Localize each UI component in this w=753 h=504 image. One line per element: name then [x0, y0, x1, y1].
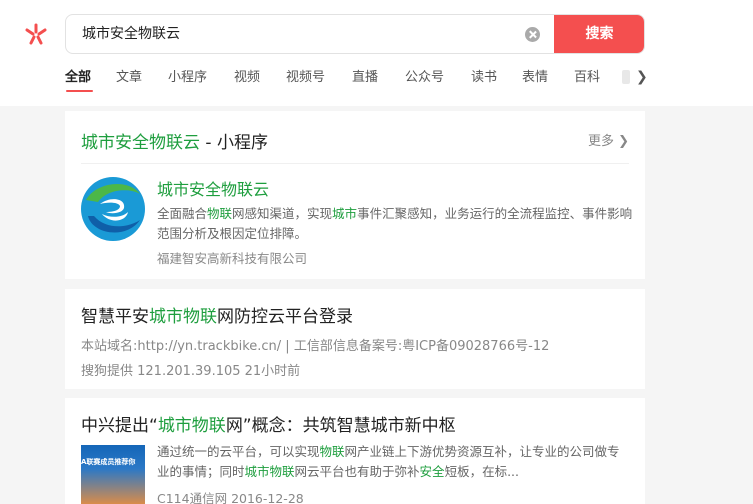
mini-program-name[interactable]: 城市安全物联云 — [157, 176, 269, 200]
tab-encyclopedia[interactable]: 百科 — [574, 66, 600, 85]
result-thumbnail[interactable]: A联赛成员推荐你 — [81, 445, 145, 504]
mini-program-card: 城市安全物联云 - 小程序 更多 ❯ 城市安全物联云 全面融合物联网感知渠道，实… — [65, 111, 645, 279]
top-bar: 城市安全物联云 搜索 全部 文章 小程序 视频 视频号 直播 公众号 读书 表情… — [0, 0, 753, 106]
tab-mini-programs[interactable]: 小程序 — [168, 66, 207, 85]
tab-channels[interactable]: 视频号 — [286, 66, 325, 85]
more-link[interactable]: 更多 ❯ — [588, 130, 629, 149]
search-input[interactable]: 城市安全物联云 — [82, 15, 180, 53]
tab-stickers[interactable]: 表情 — [522, 66, 548, 85]
tab-bar: 全部 文章 小程序 视频 视频号 直播 公众号 读书 表情 百科 — [65, 66, 640, 96]
chevron-right-icon[interactable]: ❯ — [636, 69, 648, 85]
search-result: 智慧平安城市物联网防控云平台登录 本站域名:http://yn.trackbik… — [65, 289, 645, 389]
tab-overflow-hint — [622, 70, 630, 84]
result-domain-line: 本站域名:http://yn.trackbike.cn/ | 工信部信息备案号:… — [81, 339, 550, 354]
divider — [81, 163, 629, 164]
tab-live[interactable]: 直播 — [352, 66, 378, 85]
mini-program-logo-icon[interactable] — [80, 176, 146, 242]
result-description: 通过统一的云平台，可以实现物联网产业链上下游优势资源互补，让专业的公司做专业的事… — [157, 444, 620, 479]
app-logo-icon[interactable] — [22, 20, 50, 48]
search-button[interactable]: 搜索 — [554, 15, 644, 53]
tab-articles[interactable]: 文章 — [116, 66, 142, 85]
search-box[interactable]: 城市安全物联云 搜索 — [65, 14, 645, 54]
result-source-line: C114通信网 2016-12-28 — [157, 491, 304, 504]
active-tab-indicator — [66, 90, 93, 92]
thumbnail-caption: A联赛成员推荐你 — [81, 458, 136, 466]
tab-official-accounts[interactable]: 公众号 — [405, 66, 444, 85]
mini-program-section-title[interactable]: 城市安全物联云 - 小程序 — [81, 128, 268, 153]
result-title[interactable]: 智慧平安城市物联网防控云平台登录 — [81, 302, 353, 327]
result-source-line: 搜狗提供 121.201.39.105 21小时前 — [81, 364, 301, 379]
mini-program-company: 福建智安高新科技有限公司 — [157, 251, 308, 266]
search-result: 中兴提出“城市物联网”概念：共筑智慧城市新中枢 A联赛成员推荐你 通过统一的云平… — [65, 398, 645, 504]
tab-all[interactable]: 全部 — [65, 66, 91, 85]
clear-icon[interactable] — [525, 27, 540, 42]
chevron-right-icon: ❯ — [618, 134, 629, 149]
tab-books[interactable]: 读书 — [471, 66, 497, 85]
mini-program-description: 全面融合物联网感知渠道，实现城市事件汇聚感知，业务运行的全流程监控、事件影响范围… — [157, 206, 633, 241]
tab-videos[interactable]: 视频 — [234, 66, 260, 85]
result-title[interactable]: 中兴提出“城市物联网”概念：共筑智慧城市新中枢 — [81, 411, 456, 436]
